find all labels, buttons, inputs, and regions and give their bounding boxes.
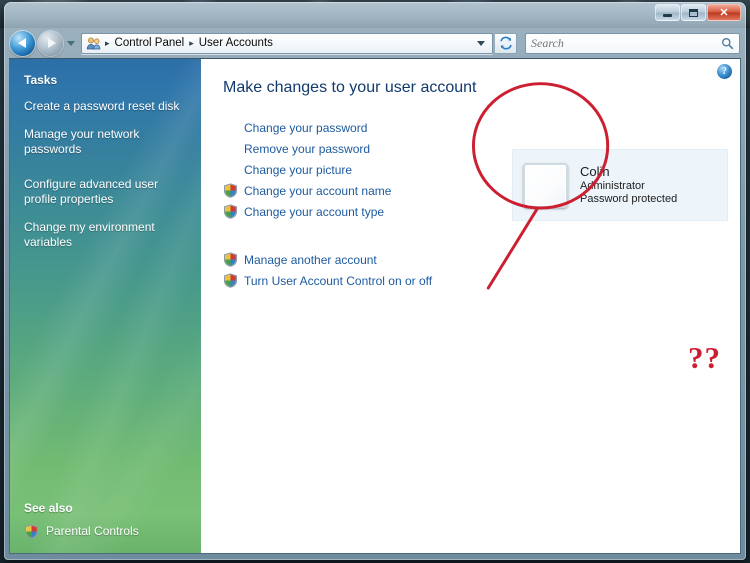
- see-also-section: See also Parental Controls: [24, 501, 139, 539]
- uac-shield-icon: [223, 183, 238, 198]
- link-remove-your-password[interactable]: Remove your password: [244, 142, 370, 156]
- link-row[interactable]: Manage another account: [223, 249, 740, 270]
- close-icon: ✕: [719, 7, 729, 19]
- window-controls: ✕: [655, 4, 741, 21]
- tasks-heading: Tasks: [24, 73, 58, 87]
- breadcrumb-separator: ▸: [189, 37, 194, 48]
- address-toolbar: ▸ Control Panel ▸ User Accounts: [4, 28, 746, 58]
- parental-controls-shield-icon: [24, 524, 39, 539]
- refresh-icon: [499, 36, 512, 50]
- address-chevron-down-icon[interactable]: [477, 40, 485, 46]
- forward-button[interactable]: [38, 30, 63, 56]
- link-change-your-picture[interactable]: Change your picture: [244, 163, 352, 177]
- account-info: Colin Administrator Password protected: [580, 164, 677, 206]
- main-content: ? Make changes to your user account Chan…: [201, 59, 740, 553]
- see-also-heading: See also: [24, 501, 73, 515]
- search-input[interactable]: [531, 35, 721, 51]
- sidebar-item-change-environment-variables[interactable]: Change my environment variables: [24, 220, 184, 250]
- link-change-your-account-type[interactable]: Change your account type: [244, 205, 384, 219]
- search-box[interactable]: [525, 32, 740, 54]
- account-password-status: Password protected: [580, 193, 678, 205]
- question-marks-annotation: ??: [688, 340, 721, 375]
- account-type: Administrator: [580, 180, 645, 192]
- sidebar-item-create-password-reset-disk[interactable]: Create a password reset disk: [24, 99, 184, 114]
- link-group-divider: [223, 222, 740, 249]
- link-row[interactable]: Turn User Account Control on or off: [223, 270, 740, 291]
- uac-shield-icon: [223, 273, 238, 288]
- avatar[interactable]: [523, 162, 568, 208]
- account-name: Colin: [580, 164, 610, 179]
- recent-pages-chevron-down-icon[interactable]: [67, 40, 75, 46]
- back-button[interactable]: [10, 30, 35, 56]
- uac-shield-icon: [223, 204, 238, 219]
- help-glyph: ?: [722, 66, 727, 77]
- parental-controls-label: Parental Controls: [46, 524, 139, 538]
- tasks-sidebar: Tasks Create a password reset disk Manag…: [10, 59, 201, 553]
- control-panel-window: ✕ ▸ Control Panel ▸ User Accounts Search…: [4, 2, 746, 560]
- maximize-icon: [689, 8, 698, 17]
- refresh-button[interactable]: [495, 32, 517, 54]
- breadcrumb-separator: ▸: [105, 37, 110, 48]
- maximize-button[interactable]: [681, 4, 706, 21]
- minimize-icon: [663, 13, 672, 17]
- sidebar-item-manage-network-passwords[interactable]: Manage your network passwords: [24, 127, 184, 157]
- link-turn-user-account-control-on-or-off[interactable]: Turn User Account Control on or off: [244, 274, 432, 288]
- window-title-bar[interactable]: [4, 2, 746, 28]
- window-client-area: Tasks Create a password reset disk Manag…: [9, 58, 741, 554]
- minimize-button[interactable]: [655, 4, 680, 21]
- search-icon: [722, 37, 734, 49]
- breadcrumb-user-accounts[interactable]: User Accounts: [197, 36, 275, 50]
- address-bar[interactable]: ▸ Control Panel ▸ User Accounts: [81, 32, 493, 54]
- close-button[interactable]: ✕: [707, 4, 741, 21]
- current-account-tile[interactable]: Colin Administrator Password protected: [512, 149, 728, 221]
- page-title: Make changes to your user account: [223, 79, 477, 96]
- link-change-your-account-name[interactable]: Change your account name: [244, 184, 391, 198]
- uac-shield-icon: [223, 252, 238, 267]
- link-change-your-password[interactable]: Change your password: [244, 121, 367, 135]
- forward-arrow-icon: [47, 38, 56, 48]
- help-icon[interactable]: ?: [717, 64, 732, 79]
- user-accounts-icon: [86, 36, 101, 49]
- sidebar-item-parental-controls[interactable]: Parental Controls: [24, 524, 139, 539]
- breadcrumb-control-panel[interactable]: Control Panel: [113, 36, 187, 50]
- link-manage-another-account[interactable]: Manage another account: [244, 253, 377, 267]
- back-arrow-icon: [17, 38, 26, 48]
- sidebar-group-divider: [24, 170, 189, 177]
- link-row[interactable]: Change your password: [223, 117, 740, 138]
- sidebar-item-configure-advanced-user-profile-properties[interactable]: Configure advanced user profile properti…: [24, 177, 184, 207]
